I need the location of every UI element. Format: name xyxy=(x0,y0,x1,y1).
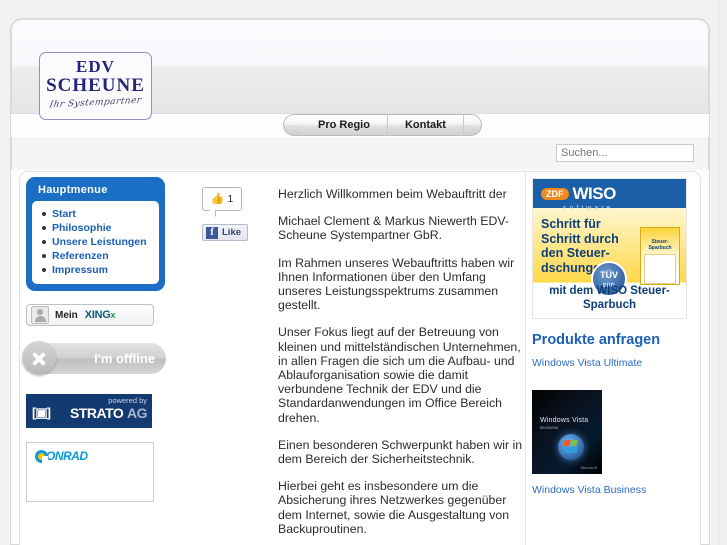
facebook-like-button[interactable]: f Like xyxy=(202,224,248,241)
vista-box-subtitle: Business xyxy=(540,425,559,430)
vista-business-box-image[interactable]: Windows Vista Business Microsoft xyxy=(532,390,602,474)
conrad-c-icon xyxy=(35,449,48,463)
xing-mein-label: Mein xyxy=(55,309,78,321)
sidebar-item-impressum[interactable]: Impressum xyxy=(42,263,159,277)
wiso-promo-banner[interactable]: ZDF WISO software Schritt für Schritt du… xyxy=(532,178,687,319)
conrad-logo: ONRAD xyxy=(35,449,153,463)
nav-tab-kontakt[interactable]: Kontakt xyxy=(387,114,464,136)
skype-status-button[interactable]: I'm offline xyxy=(22,341,166,375)
logo-tagline: Ihr Systempartner xyxy=(48,95,143,111)
zdf-icon: ZDF xyxy=(541,187,569,200)
thumbs-up-icon: 👍 xyxy=(210,192,225,205)
paragraph-company: Michael Clement & Markus Niewerth EDV-Sc… xyxy=(278,214,509,243)
main-navigation: Pro Regio Kontakt xyxy=(283,114,482,136)
main-menu-box: Hauptmenue Start Philosophie Unsere Leis… xyxy=(26,177,165,291)
product-link-vista-ultimate[interactable]: Windows Vista Ultimate xyxy=(532,357,700,369)
main-menu-title: Hauptmenue xyxy=(38,184,108,196)
logo-line-2: SCHEUNE xyxy=(46,75,145,96)
sidebar-item-start[interactable]: Start xyxy=(42,207,159,221)
wiso-subbrand-label: software xyxy=(563,205,614,212)
products-heading: Produkte anfragen xyxy=(532,332,661,348)
paragraph-welcome: Herzlich Willkommen beim Webauftritt der xyxy=(278,187,507,201)
paragraph-focus: Unser Fokus liegt auf der Betreuung von … xyxy=(278,325,521,425)
strato-suffix-label: AG xyxy=(127,405,148,421)
wiso-slogan: Schritt für Schritt durch den Steuer-dsc… xyxy=(541,217,619,275)
skype-status-label: I'm offline xyxy=(94,351,155,366)
site-header: EDV SCHEUNE Ihr Systempartner xyxy=(11,19,709,120)
strato-name-label: STRATO xyxy=(70,405,124,421)
xing-badge[interactable]: Mein XING x xyxy=(26,304,154,326)
facebook-icon: f xyxy=(206,226,218,239)
tabbar-right-cap xyxy=(463,114,482,136)
wiso-product-box-image: Steuer-Sparbuch xyxy=(640,227,680,285)
facebook-widget: 👍 1 f Like xyxy=(202,187,260,241)
welcome-text: Herzlich Willkommen beim Webauftritt der… xyxy=(278,187,530,545)
sidebar-item-philosophie[interactable]: Philosophie xyxy=(42,221,159,235)
right-sidebar: ZDF WISO software Schritt für Schritt du… xyxy=(532,178,700,496)
tuv-seal-main: TÜV xyxy=(600,270,618,280)
wiso-footer-text: mit dem WISO Steuer-Sparbuch xyxy=(549,285,670,311)
facebook-like-label: Like xyxy=(222,227,242,238)
logo-line-1: EDV xyxy=(76,57,115,76)
search-row xyxy=(11,137,709,170)
page-scrollbar[interactable] xyxy=(718,0,727,545)
paragraph-security: Einen besonderen Schwerpunkt haben wir i… xyxy=(278,437,523,467)
windows-flag-icon xyxy=(563,447,578,453)
vista-vendor-label: Microsoft xyxy=(580,465,597,470)
strato-banner[interactable]: powered by [▣] STRATO AG xyxy=(26,394,152,428)
site-logo[interactable]: EDV SCHEUNE Ihr Systempartner xyxy=(39,52,152,120)
main-menu-list: Start Philosophie Unsere Leistungen Refe… xyxy=(32,207,159,277)
xing-x-icon: x xyxy=(110,310,116,320)
conrad-name-label: ONRAD xyxy=(46,449,88,463)
wiso-product-box-title: Steuer-Sparbuch xyxy=(648,239,672,251)
paragraph-scope: Im Rahmen unseres Webauftritts haben wir… xyxy=(278,255,515,313)
page-root: EDV SCHEUNE Ihr Systempartner Pro Regio … xyxy=(0,0,727,545)
wiso-brand-label: WISO xyxy=(572,183,617,203)
person-avatar-icon xyxy=(31,306,49,324)
tabbar-left-cap xyxy=(283,114,301,136)
nav-tab-pro-regio[interactable]: Pro Regio xyxy=(301,114,388,136)
facebook-like-count: 1 xyxy=(227,193,234,205)
sidebar-item-unsere-leistungen[interactable]: Unsere Leistungen xyxy=(42,235,159,249)
left-sidebar: Hauptmenue Start Philosophie Unsere Leis… xyxy=(22,177,174,502)
close-x-circle-icon xyxy=(22,341,56,375)
conrad-banner[interactable]: ONRAD xyxy=(26,442,154,502)
facebook-like-count-bubble: 👍 1 xyxy=(202,187,242,217)
strato-powered-by-label: powered by xyxy=(108,396,147,405)
strato-logo-icon: [▣] xyxy=(32,405,51,420)
search-input[interactable] xyxy=(556,144,694,162)
main-menu-inner: Start Philosophie Unsere Leistungen Refe… xyxy=(32,201,159,284)
sidebar-item-referenzen[interactable]: Referenzen xyxy=(42,249,159,263)
xing-brand-label: XING xyxy=(84,309,111,321)
vista-box-title: Windows Vista xyxy=(540,417,589,424)
paragraph-backup: Hierbei geht es insbesondere um die Absi… xyxy=(278,479,510,536)
content-panel: Hauptmenue Start Philosophie Unsere Leis… xyxy=(19,171,701,545)
product-link-vista-business[interactable]: Windows Vista Business xyxy=(532,484,700,496)
wiso-banner-header: ZDF WISO xyxy=(533,179,686,208)
wiso-product-box-pane xyxy=(644,254,676,284)
